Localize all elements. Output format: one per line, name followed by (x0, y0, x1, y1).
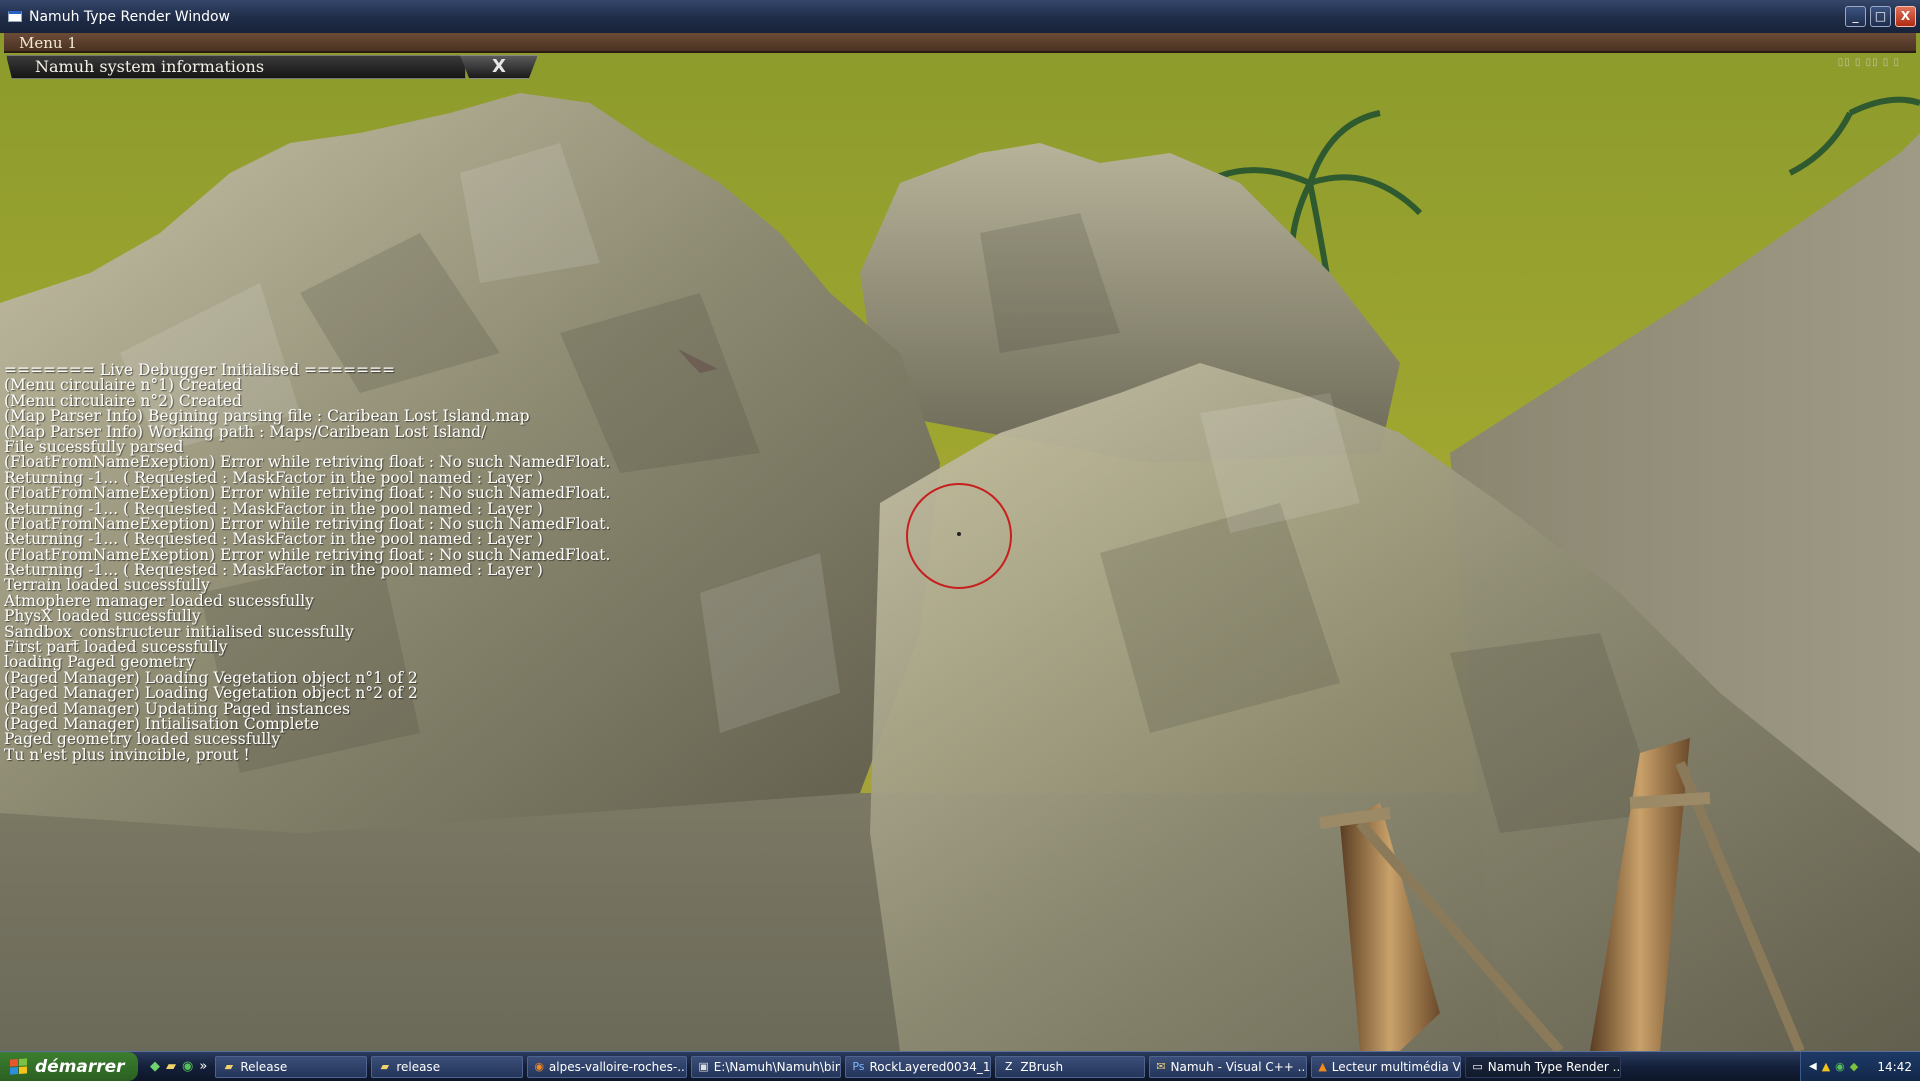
window-titlebar: Namuh Type Render Window _ □ X (0, 0, 1920, 33)
taskbar-item[interactable]: ▲ Lecteur multimédia VLC (1311, 1055, 1462, 1078)
zbrush-icon: Z (1005, 1060, 1013, 1073)
task-list: ▰ Release ▰ release ◉ alpes-valloire-roches-.… (215, 1055, 1625, 1078)
taskbar-item-label: Release (240, 1059, 288, 1074)
window-app-icon (8, 11, 22, 22)
taskbar-item[interactable]: ▰ Release (215, 1055, 368, 1078)
system-info-panel: Namuh system informations X (6, 55, 538, 79)
network-icon[interactable]: ◆ (150, 1059, 160, 1074)
game-menu-bar[interactable]: Menu 1 (4, 33, 1916, 53)
taskbar-item[interactable]: Z ZBrush (995, 1055, 1146, 1078)
folder-icon[interactable]: ▰ (166, 1059, 176, 1074)
menu-1-label[interactable]: Menu 1 (19, 34, 77, 52)
taskbar-item-label: release (396, 1059, 441, 1074)
warning-icon[interactable]: ▲ (1822, 1060, 1830, 1073)
window-title: Namuh Type Render Window (29, 8, 230, 25)
debug-console: ======= Live Debugger Initialised ======… (4, 362, 724, 764)
top-right-deco: ▯▯ ▯ ▯▯ ▯ ▯ (1837, 57, 1900, 68)
taskbar-item[interactable]: ▣ E:\Namuh\Namuh\bin... (691, 1055, 842, 1078)
window-icon: ▭ (1472, 1060, 1483, 1073)
vlc-icon: ▲ (1318, 1060, 1327, 1073)
shield-icon[interactable]: ◆ (1850, 1060, 1858, 1073)
start-button[interactable]: démarrer (0, 1052, 138, 1081)
maximize-button[interactable]: □ (1870, 6, 1891, 27)
minimize-button[interactable]: _ (1845, 6, 1866, 27)
console-icon: ▣ (698, 1060, 709, 1073)
taskbar-item[interactable]: Ps RockLayered0034_1_... (845, 1055, 992, 1078)
clock: 14:42 (1877, 1059, 1912, 1074)
taskbar-item[interactable]: ▭ Namuh Type Render ... (1465, 1055, 1622, 1078)
taskbar-item-label: E:\Namuh\Namuh\bin... (713, 1059, 842, 1074)
taskbar: démarrer ◆ ▰ ◉ » ▰ Release ▰ release ◉ alpes-… (0, 1051, 1920, 1081)
close-button[interactable]: X (1895, 6, 1916, 27)
taskbar-item[interactable]: ✉ Namuh - Visual C++ ... (1149, 1055, 1308, 1078)
render-viewport[interactable]: Menu 1 Namuh system informations X ▯▯ ▯ … (0, 33, 1920, 1051)
taskbar-item-label: alpes-valloire-roches-... (548, 1059, 688, 1074)
taskbar-item-label: Namuh Type Render ... (1487, 1059, 1622, 1074)
folder-icon: ▰ (380, 1060, 390, 1073)
photoshop-icon: Ps (852, 1060, 865, 1073)
system-tray: ◀ ▲ ◉ ◆ 14:42 (1800, 1052, 1920, 1081)
window-controls: _ □ X (1845, 6, 1916, 27)
system-info-close-button[interactable]: X (460, 55, 538, 79)
taskbar-item-label: RockLayered0034_1_... (869, 1059, 991, 1074)
taskbar-item-label: ZBrush (1020, 1059, 1064, 1074)
crosshair-center-dot (957, 532, 961, 536)
taskbar-item[interactable]: ▰ release (371, 1055, 524, 1078)
windows-logo-icon (10, 1058, 27, 1075)
taskbar-item[interactable]: ◉ alpes-valloire-roches-... (527, 1055, 688, 1078)
firefox-icon: ◉ (534, 1060, 544, 1073)
quick-launch: ◆ ▰ ◉ » (150, 1059, 207, 1074)
system-info-title[interactable]: Namuh system informations (6, 55, 466, 79)
messenger-tray-icon[interactable]: ◉ (1835, 1060, 1845, 1073)
visual-studio-icon: ✉ (1156, 1060, 1166, 1073)
quicklaunch-overflow[interactable]: » (199, 1059, 207, 1074)
console-line: Tu n'est plus invincible, prout ! (4, 745, 250, 764)
messenger-icon[interactable]: ◉ (182, 1059, 193, 1074)
crosshair (906, 483, 1012, 589)
tray-arrow-icon[interactable]: ◀ (1809, 1061, 1817, 1072)
taskbar-item-label: Namuh - Visual C++ ... (1170, 1059, 1308, 1074)
folder-icon: ▰ (224, 1060, 234, 1073)
taskbar-item-label: Lecteur multimédia VLC (1331, 1059, 1461, 1074)
start-label: démarrer (35, 1056, 125, 1077)
